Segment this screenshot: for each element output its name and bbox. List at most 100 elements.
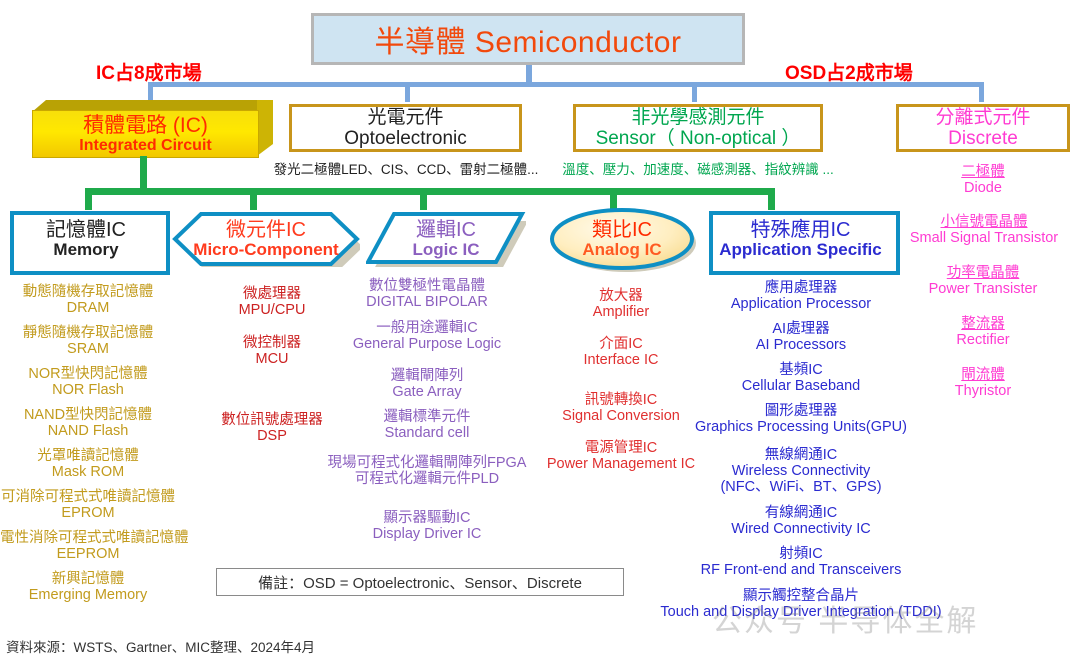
node-micro-component: 微元件IC Micro-Component	[172, 211, 360, 267]
leaf-cn: 無線網通IC	[764, 447, 838, 463]
connector-drop-application	[768, 188, 775, 210]
list-item: 數位雙極性電晶體 DIGITAL BIPOLAR	[332, 278, 522, 310]
leaf-en: EPROM	[61, 505, 115, 522]
list-item: 放大器 Amplifier	[528, 288, 714, 320]
list-item: 整流器 Rectifier	[896, 316, 1070, 348]
diagram-canvas: 半導體 Semiconductor IC占8成市場 OSD占2成市場 積體電路 …	[0, 0, 1080, 660]
logic-ic-label-cn: 邏輯IC	[416, 218, 476, 241]
analog-ic-label-cn: 類比IC	[592, 218, 652, 241]
leaf-en: DIGITAL BIPOLAR	[366, 294, 488, 311]
leaf-cn: 新興記憶體	[51, 571, 125, 587]
leaf-en: NAND Flash	[47, 423, 129, 440]
list-item: 一般用途邏輯IC General Purpose Logic	[332, 320, 522, 352]
ic-box-side-face	[257, 100, 273, 156]
logic-ic-label: 邏輯IC Logic IC	[366, 211, 526, 267]
node-discrete: 分離式元件 Discrete	[896, 104, 1070, 152]
connector-drop-memory	[85, 188, 92, 210]
list-item: 介面IC Interface IC	[528, 336, 714, 368]
list-item: 可消除可程式式唯讀記憶體 EPROM	[0, 489, 176, 521]
leaf-cn: 二極體	[961, 164, 1005, 180]
note-text: 備註：OSD = Optoelectronic、Sensor、Discrete	[258, 574, 582, 592]
list-item: 閘流體 Thyristor	[896, 367, 1070, 399]
leaf-en: General Purpose Logic	[352, 336, 502, 353]
leaf-cn: 一般用途邏輯IC	[376, 320, 478, 336]
leaf-en: Gate Array	[392, 384, 462, 401]
list-item: NOR型快閃記憶體 NOR Flash	[0, 366, 176, 398]
leaf-cn: 介面IC	[599, 336, 643, 352]
list-item: 邏輯閘陣列 Gate Array	[332, 368, 522, 400]
leaf-en: Interface IC	[583, 352, 659, 369]
list-item: 電性消除可程式式唯讀記憶體 EEPROM	[0, 530, 189, 563]
connector-drop-discrete	[979, 82, 984, 102]
leaf-en: Graphics Processing Units(GPU)	[695, 419, 907, 436]
leaf-en: EEPROM	[56, 546, 120, 563]
root-node-semiconductor: 半導體 Semiconductor	[311, 13, 745, 65]
leaf-en: Application Processor	[730, 296, 872, 313]
leaf-en: MCU	[255, 351, 289, 368]
list-item: 基頻IC Cellular Baseband	[694, 362, 908, 394]
list-item: 邏輯標準元件 Standard cell	[332, 409, 522, 441]
leaf-cn: 基頻IC	[779, 362, 823, 378]
list-item: 圖形處理器 Graphics Processing Units(GPU)	[670, 403, 932, 435]
ic-label-en: Integrated Circuit	[79, 136, 212, 154]
leaf-en: NOR Flash	[52, 382, 124, 399]
leaf-en: Thyristor	[954, 383, 1012, 400]
connector-drop-logic	[420, 188, 427, 210]
leaf-en: Power Transister	[928, 281, 1038, 298]
list-item: 射頻IC RF Front-end and Transceivers	[676, 546, 926, 578]
leaf-en: Cellular Baseband	[741, 378, 861, 395]
leaf-cn: 圖形處理器	[764, 403, 838, 419]
optoelectronic-sub-caption: 發光二極體LED、CIS、CCD、雷射二極體...	[273, 162, 539, 177]
leaf-cn: 光罩唯讀記憶體	[37, 448, 139, 464]
list-item: 新興記憶體 Emerging Memory	[0, 571, 176, 603]
analog-ic-label-en: Analog IC	[582, 239, 662, 259]
memory-label-en: Memory	[53, 239, 119, 259]
leaf-en: SRAM	[67, 341, 109, 358]
leaf-cn: 電性消除可程式式唯讀記憶體	[0, 530, 189, 546]
leaf-en: 可程式化邏輯元件PLD	[354, 471, 500, 488]
leaf-en: DRAM	[66, 300, 110, 317]
connector-drop-sensor	[692, 82, 697, 102]
leaf-en: Wireless Connectivity	[731, 463, 871, 480]
leaf-en: Standard cell	[384, 425, 470, 442]
leaf-cn: AI處理器	[772, 321, 830, 337]
list-item: 應用處理器 Application Processor	[694, 280, 908, 312]
sensor-label-en: Sensor（ Non-optical ）	[595, 128, 801, 149]
leaf-cn: 整流器	[961, 316, 1005, 332]
analog-ic-label: 類比IC Analog IC	[546, 206, 704, 278]
list-item: 小信號電晶體 Small Signal Transistor	[890, 214, 1078, 246]
sensor-label-cn: 非光學感測元件	[631, 106, 765, 128]
node-integrated-circuit: 積體電路 (IC) Integrated Circuit	[32, 100, 273, 158]
leaf-cn: 小信號電晶體	[940, 214, 1028, 230]
note-box: 備註：OSD = Optoelectronic、Sensor、Discrete	[216, 568, 624, 596]
leaf-en: AI Processors	[755, 337, 847, 354]
connector-level3-bus	[85, 188, 775, 195]
list-item: 現場可程式化邏輯閘陣列FPGA 可程式化邏輯元件PLD	[322, 455, 532, 487]
optoelectronic-label-cn: 光電元件	[367, 106, 444, 128]
leaf-cn: 放大器	[599, 288, 643, 304]
logic-ic-label-en: Logic IC	[412, 239, 480, 259]
leaf-cn: NAND型快閃記憶體	[23, 407, 153, 423]
application-specific-label-en: Application Specific	[719, 239, 882, 259]
sensor-sub-caption: 溫度、壓力、加速度、磁感測器、指紋辨識 ...	[562, 162, 834, 177]
leaf-cn: 閘流體	[961, 367, 1005, 383]
share-label-osd: OSD占2成市場	[785, 63, 913, 84]
list-item: NAND型快閃記憶體 NAND Flash	[0, 407, 176, 439]
application-specific-label-cn: 特殊應用IC	[750, 218, 851, 241]
list-item: 功率電晶體 Power Transister	[896, 265, 1070, 297]
leaf-cn: 邏輯標準元件	[383, 409, 471, 425]
leaf-en: RF Front-end and Transceivers	[700, 562, 902, 579]
leaf-cn: 可消除可程式式唯讀記憶體	[1, 489, 175, 505]
leaf-en: Diode	[964, 180, 1002, 197]
leaf-cn: 射頻IC	[779, 546, 823, 562]
node-application-specific: 特殊應用IC Application Specific	[709, 211, 900, 275]
connector-drop-ic	[148, 82, 153, 102]
list-item: 有線網通IC Wired Connectivity IC	[690, 505, 912, 537]
leaf-en: Wired Connectivity IC	[731, 521, 871, 538]
source-caption: 資料來源：WSTS、Gartner、MIC整理、2024年4月	[6, 640, 316, 655]
node-memory: 記憶體IC Memory	[10, 211, 170, 275]
leaf-en: Small Signal Transistor	[909, 230, 1059, 247]
optoelectronic-label-en: Optoelectronic	[344, 128, 467, 149]
node-logic-ic: 邏輯IC Logic IC	[366, 211, 526, 267]
memory-label-cn: 記憶體IC	[46, 218, 126, 241]
